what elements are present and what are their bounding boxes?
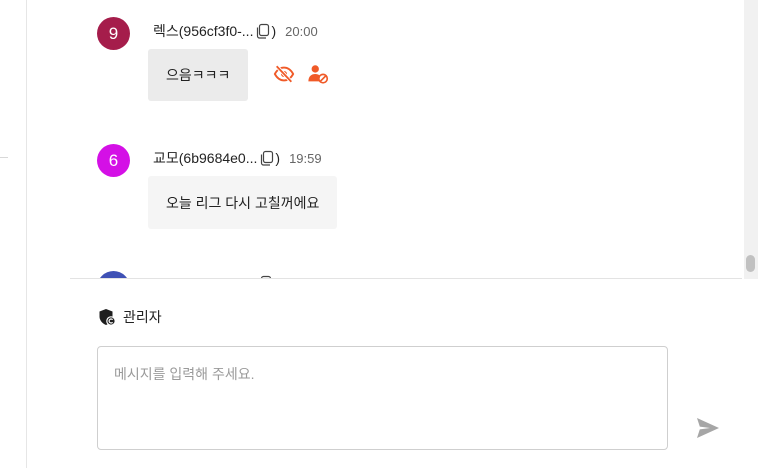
sender-name[interactable]: 렉스(956cf3f0-... — [153, 21, 253, 41]
message-input[interactable] — [97, 346, 668, 450]
rail-divider — [0, 157, 8, 158]
scrollbar-thumb[interactable] — [746, 255, 755, 272]
sender-name-close: ) — [275, 150, 281, 166]
eye-slash-icon[interactable] — [273, 63, 295, 85]
message-bubble: 오늘 리그 다시 고칠꺼에요 — [148, 176, 338, 229]
left-rail — [0, 0, 27, 468]
composer: 관리자 — [27, 279, 781, 468]
user-block-icon[interactable] — [307, 63, 329, 85]
avatar[interactable]: 6 — [97, 144, 130, 177]
send-icon[interactable] — [695, 416, 721, 440]
message-meta: 렉스(956cf3f0-... ) 20:00 — [153, 21, 318, 41]
message-text: 오늘 리그 다시 고칠꺼에요 — [166, 194, 320, 211]
admin-shield-icon — [99, 309, 116, 326]
message-meta: 교모(6b9684e0... ) 19:59 — [153, 148, 322, 168]
copy-icon[interactable] — [255, 23, 270, 39]
chat-message-list[interactable]: 9 렉스(956cf3f0-... ) 20:00 으음ㅋㅋㅋ 6 교모(6b9… — [27, 0, 744, 279]
sender-name-close: ) — [271, 23, 277, 39]
message-text: 으음ㅋㅋㅋ — [166, 67, 231, 83]
sender-role: 관리자 — [98, 307, 162, 327]
copy-icon[interactable] — [259, 150, 274, 166]
avatar[interactable]: 9 — [97, 17, 130, 50]
message-bubble: 으음ㅋㅋㅋ — [148, 49, 249, 101]
message-time: 20:00 — [285, 23, 318, 39]
scrollbar[interactable] — [744, 0, 758, 279]
role-label: 관리자 — [123, 309, 162, 325]
message-time: 19:59 — [289, 150, 322, 166]
sender-name[interactable]: 교모(6b9684e0... — [153, 148, 257, 168]
